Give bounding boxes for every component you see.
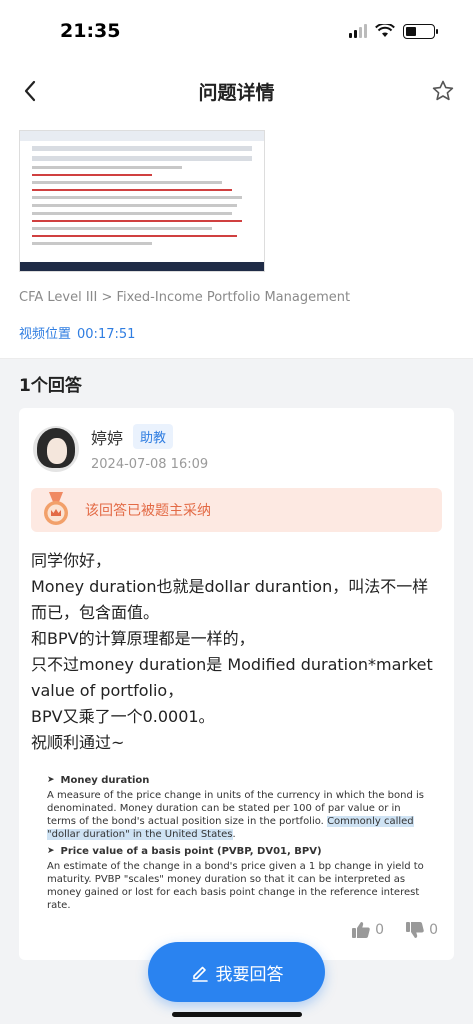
medal-icon bbox=[44, 492, 68, 525]
answer-excerpt-image[interactable]: ➤ Money duration A measure of the price c… bbox=[31, 774, 442, 912]
dislike-count: 0 bbox=[429, 922, 438, 938]
thumbs-up-icon bbox=[352, 922, 370, 938]
excerpt-heading-2: ➤ Price value of a basis point (PVBP, DV0… bbox=[47, 846, 322, 857]
answer-line: Money duration也就是dollar durantion，叫法不一样而… bbox=[31, 577, 429, 622]
excerpt-paragraph-1: A measure of the price change in units o… bbox=[47, 790, 424, 840]
video-time: 00:17:51 bbox=[77, 327, 136, 342]
answer-body: 同学你好， Money duration也就是dollar durantion，… bbox=[31, 548, 442, 756]
dislike-button[interactable]: 0 bbox=[406, 922, 438, 938]
answer-line: 只不过money duration是 Modified duration*mar… bbox=[31, 655, 433, 700]
wifi-icon bbox=[375, 24, 395, 37]
avatar[interactable] bbox=[33, 426, 79, 472]
page: 21:35 问题详情 CFA Level III > Fixed-Income … bbox=[0, 0, 473, 1024]
star-outline-icon bbox=[432, 80, 454, 101]
like-count: 0 bbox=[375, 922, 385, 938]
status-icons bbox=[349, 23, 438, 39]
answer-date: 2024-07-08 16:09 bbox=[91, 457, 209, 472]
excerpt-heading-1: ➤ Money duration bbox=[47, 775, 150, 786]
vote-bar: 0 0 bbox=[352, 922, 438, 938]
adopted-label: 该回答已被题主采纳 bbox=[85, 503, 211, 519]
question-screenshot[interactable] bbox=[19, 130, 265, 272]
page-title: 问题详情 bbox=[198, 81, 275, 104]
status-time: 21:35 bbox=[60, 20, 121, 42]
answer-button-label: 我要回答 bbox=[215, 964, 284, 985]
favorite-button[interactable] bbox=[431, 79, 455, 103]
nav-bar: 问题详情 bbox=[0, 62, 473, 120]
answer-author: 婷婷 助教 2024-07-08 16:09 bbox=[31, 424, 442, 472]
answer-line: 和BPV的计算原理都是一样的， bbox=[31, 629, 255, 648]
thumbs-down-icon bbox=[406, 922, 424, 938]
video-label: 视频位置 bbox=[19, 327, 72, 342]
chevron-left-icon bbox=[24, 80, 36, 102]
edit-icon bbox=[191, 966, 208, 982]
role-badge: 助教 bbox=[133, 424, 174, 449]
adopted-banner: 该回答已被题主采纳 bbox=[31, 488, 442, 532]
battery-icon bbox=[403, 23, 438, 39]
breadcrumb[interactable]: CFA Level III > Fixed-Income Portfolio M… bbox=[19, 290, 454, 305]
signal-icon bbox=[349, 24, 367, 38]
video-position-link[interactable]: 视频位置 00:17:51 bbox=[19, 323, 454, 342]
answer-button[interactable]: 我要回答 bbox=[148, 942, 325, 1002]
answer-card: 婷婷 助教 2024-07-08 16:09 该回答已被题主采纳 同学你好， M… bbox=[19, 408, 454, 960]
answer-line: 祝顺利通过~ bbox=[31, 733, 125, 752]
back-button[interactable] bbox=[18, 79, 42, 103]
question-section: CFA Level III > Fixed-Income Portfolio M… bbox=[0, 120, 473, 358]
home-indicator bbox=[172, 1012, 302, 1017]
status-bar: 21:35 bbox=[0, 0, 473, 62]
answers-count: 1个回答 bbox=[0, 358, 473, 408]
author-name: 婷婷 bbox=[91, 428, 124, 448]
excerpt-paragraph-2: An estimate of the change in a bond's pr… bbox=[47, 861, 424, 911]
answer-line: BPV又乘了一个0.0001。 bbox=[31, 707, 215, 726]
top-section: 21:35 问题详情 CFA Level III > Fixed-Income … bbox=[0, 0, 473, 358]
answer-line: 同学你好， bbox=[31, 551, 112, 570]
like-button[interactable]: 0 bbox=[352, 922, 384, 938]
